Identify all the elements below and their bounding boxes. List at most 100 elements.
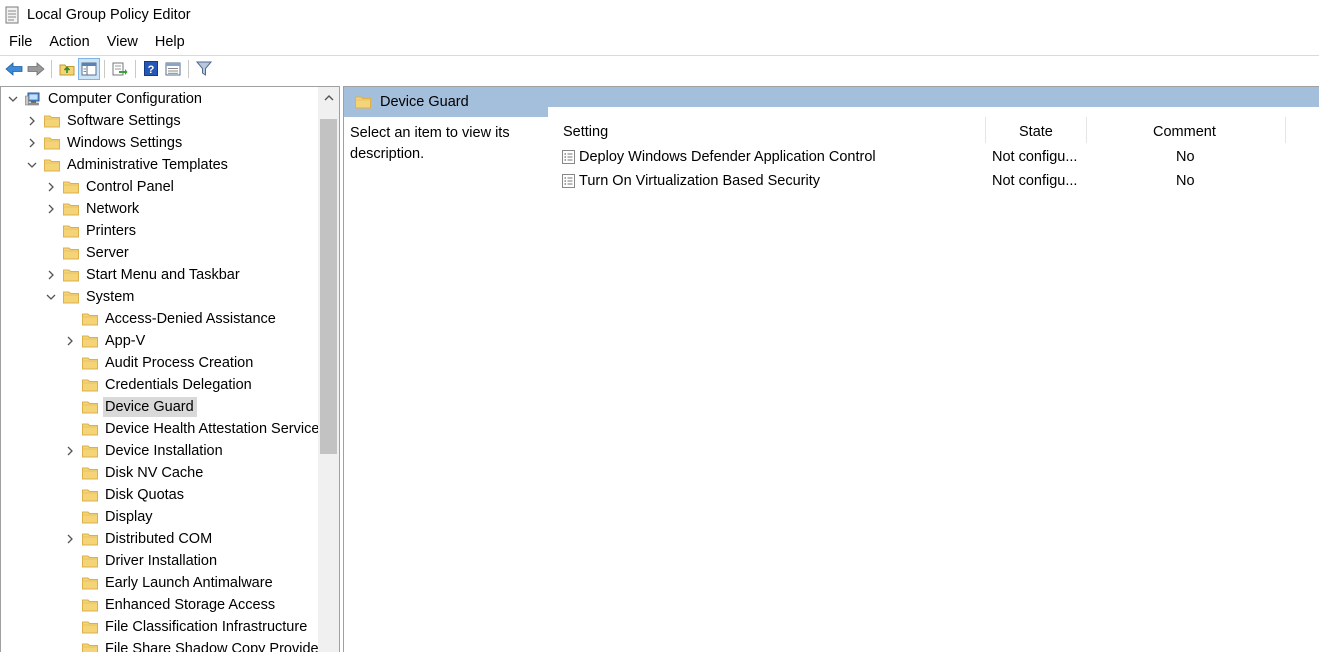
chevron-down-icon[interactable] [26,159,38,171]
column-header-state[interactable]: State [1019,117,1053,146]
tree-item[interactable]: Display [64,506,156,528]
tree-item[interactable]: Driver Installation [64,550,220,572]
folder-icon [82,620,98,634]
tree-item-label: Early Launch Antimalware [105,575,273,591]
tree-expander-spacer [64,511,76,523]
up-folder-icon[interactable] [56,58,78,80]
tree-item[interactable]: File Share Shadow Copy Provider [64,638,326,652]
show-hide-console-tree-icon[interactable] [78,57,100,80]
tree-item[interactable]: Distributed COM [64,528,215,550]
tree-item[interactable]: Server [45,242,132,264]
tree-item[interactable]: Early Launch Antimalware [64,572,276,594]
tree-item[interactable]: Disk NV Cache [64,462,206,484]
forward-icon[interactable] [25,58,47,80]
tree-item[interactable]: Enhanced Storage Access [64,594,278,616]
chevron-right-icon[interactable] [64,335,76,347]
tree-item-label: App-V [105,333,146,349]
folder-icon [82,532,98,546]
toolbar-separator [188,59,189,78]
tree-item[interactable]: Printers [45,220,139,242]
tree-item[interactable]: Disk Quotas [64,484,187,506]
chevron-right-icon[interactable] [45,269,57,281]
toolbar: ? [0,57,1319,80]
column-header-comment[interactable]: Comment [1153,117,1216,146]
chevron-down-icon[interactable] [7,93,19,105]
menu-file[interactable]: File [0,31,40,54]
tree-item[interactable]: Credentials Delegation [64,374,255,396]
tree-item[interactable]: Control Panel [45,176,177,198]
tree-expander-spacer [64,621,76,633]
tree-expander-spacer [64,555,76,567]
chevron-right-icon[interactable] [26,137,38,149]
tree-item[interactable]: Access-Denied Assistance [64,308,279,330]
tree-item-label: Distributed COM [105,531,213,547]
back-icon[interactable] [3,58,25,80]
tree-expander-spacer [64,489,76,501]
tree-item-label: Display [105,509,153,525]
folder-icon [82,400,98,414]
tree-expander-spacer [45,225,57,237]
tree-item[interactable]: Administrative Templates [26,154,231,176]
column-header-setting[interactable]: Setting [563,117,608,146]
console-tree[interactable]: Computer Configuration Software Settings W… [0,86,340,652]
title-bar: Local Group Policy Editor [0,0,1319,30]
tree-item[interactable]: Device Health Attestation Service [64,418,322,440]
tree-item[interactable]: Start Menu and Taskbar [45,264,243,286]
tree-item[interactable]: App-V [64,330,148,352]
tree-item[interactable]: File Classification Infrastructure [64,616,310,638]
svg-text:?: ? [148,64,155,76]
menu-action[interactable]: Action [40,31,97,54]
tree-item[interactable]: Software Settings [26,110,184,132]
tree-item-label: Control Panel [86,179,174,195]
chevron-right-icon[interactable] [45,203,57,215]
folder-icon [63,290,79,304]
tree-item[interactable]: Computer Configuration [7,88,205,110]
tree-item[interactable]: Device Guard [64,396,197,418]
column-divider[interactable] [1086,117,1087,143]
folder-icon [63,224,79,238]
tree-expander-spacer [64,401,76,413]
chevron-right-icon[interactable] [64,533,76,545]
tree-item-label: Device Health Attestation Service [105,421,320,437]
folder-icon [82,356,98,370]
scroll-up-arrow-icon[interactable] [318,87,339,107]
tree-item-label: Driver Installation [105,553,218,569]
tree-expander-spacer [64,357,76,369]
details-title: Device Guard [380,94,469,110]
menu-help[interactable]: Help [146,31,193,54]
scrollbar-thumb[interactable] [320,119,337,454]
tree-expander-spacer [64,467,76,479]
chevron-down-icon[interactable] [45,291,57,303]
details-pane: Device Guard Select an item to view its … [343,86,1319,652]
tree-item-label: Device Guard [103,397,197,417]
column-divider[interactable] [1285,117,1286,143]
help-icon[interactable]: ? [140,58,162,80]
tree-item-label: File Share Shadow Copy Provider [105,641,324,652]
tree-expander-spacer [64,379,76,391]
tree-item-label: File Classification Infrastructure [105,619,308,635]
properties-icon[interactable] [162,58,184,80]
toolbar-separator [104,59,105,78]
menu-view[interactable]: View [98,31,146,54]
tree-item[interactable]: Device Installation [64,440,226,462]
chevron-right-icon[interactable] [45,181,57,193]
chevron-right-icon[interactable] [64,445,76,457]
chevron-right-icon[interactable] [26,115,38,127]
tree-item-label: Start Menu and Taskbar [86,267,240,283]
toolbar-separator [51,59,52,78]
export-list-icon[interactable] [109,58,131,80]
tree-item[interactable]: Windows Settings [26,132,185,154]
toolbar-separator [135,59,136,78]
policy-setting-icon [562,174,575,188]
tree-item[interactable]: Audit Process Creation [64,352,256,374]
tree-vertical-scrollbar[interactable] [318,87,339,652]
tree-item-label: Network [86,201,140,217]
header-corner [548,107,1319,117]
tree-item-label: Server [86,245,129,261]
tree-item[interactable]: System [45,286,137,308]
column-divider[interactable] [985,117,986,143]
gpedit-app-icon [4,6,20,24]
filter-icon[interactable] [193,58,215,80]
tree-item-label: Software Settings [67,113,181,129]
tree-item[interactable]: Network [45,198,142,220]
